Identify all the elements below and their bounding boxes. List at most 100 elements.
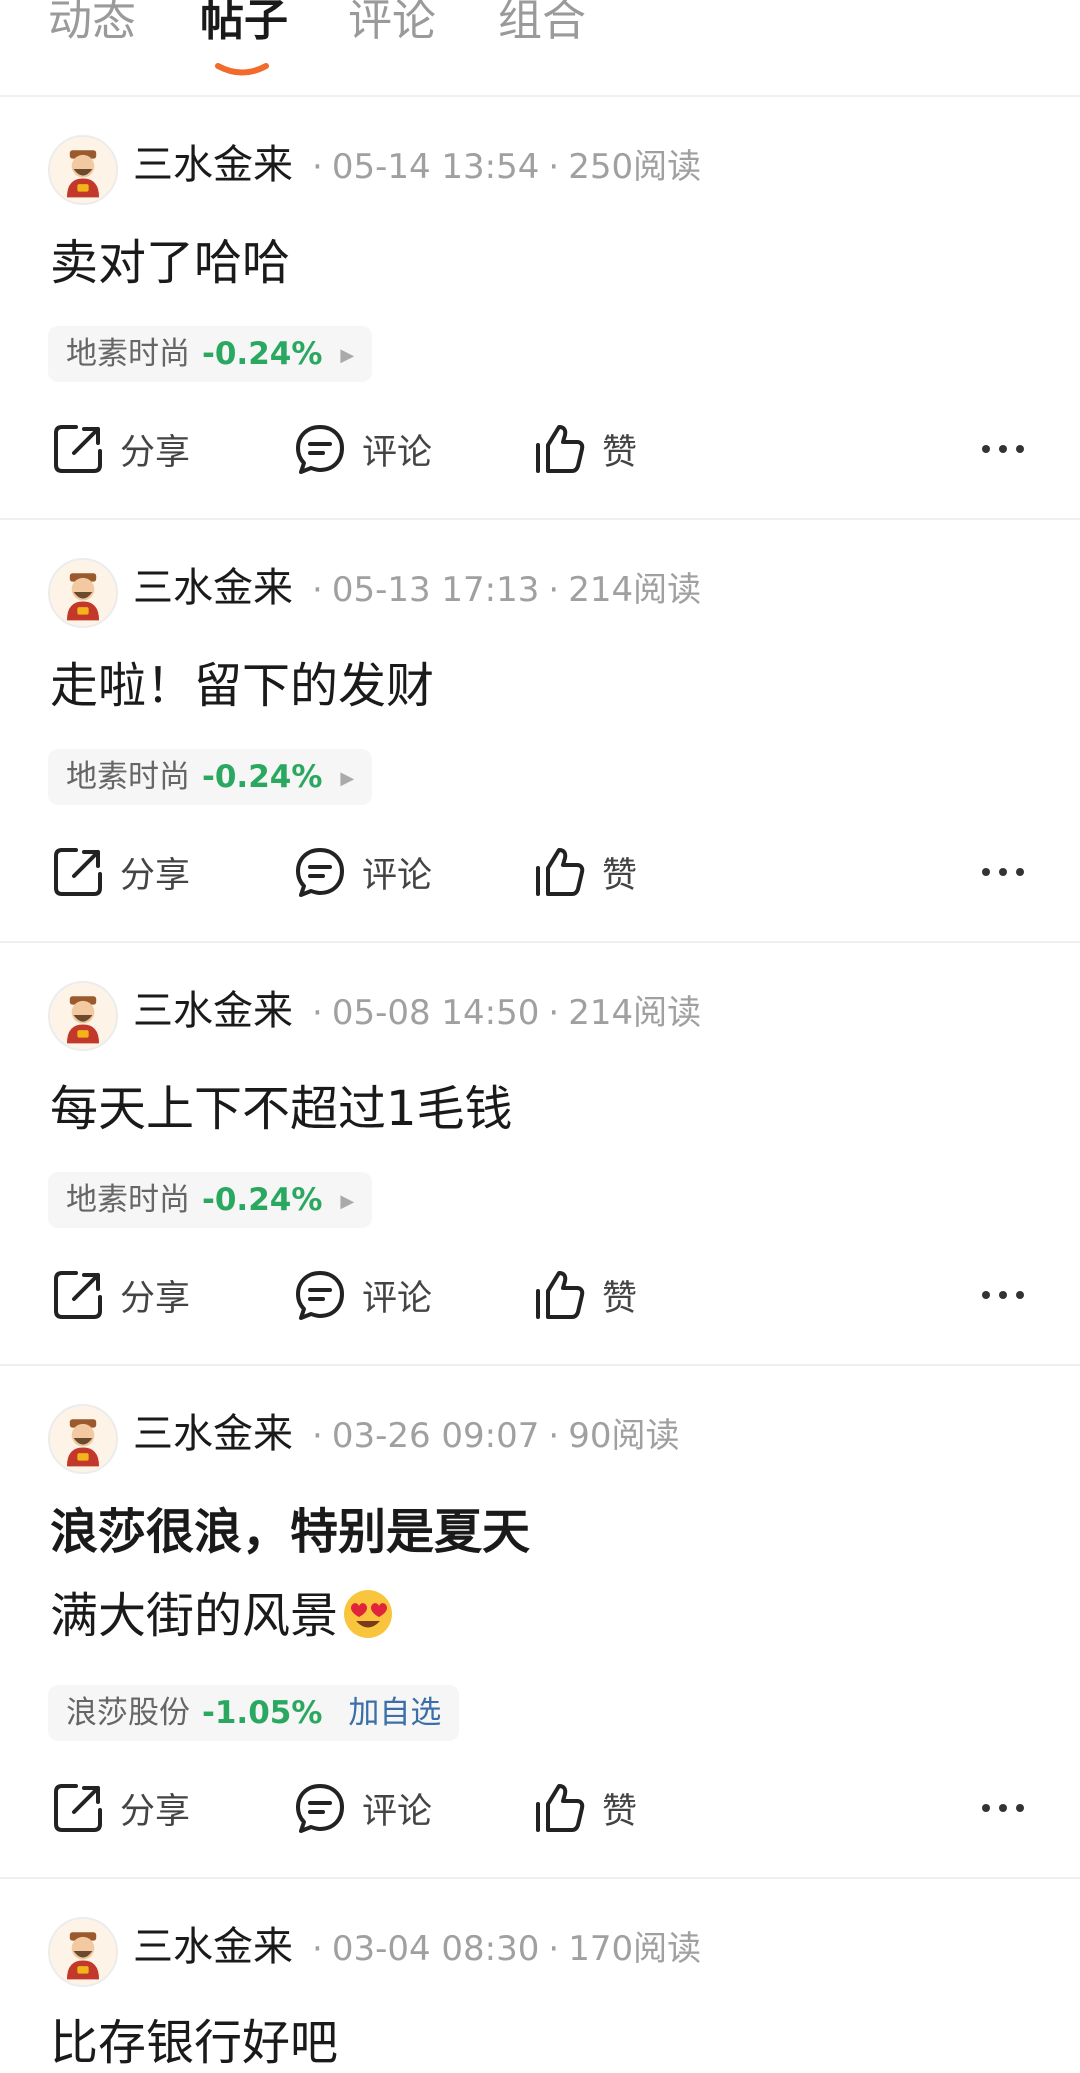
- post-text[interactable]: 比存银行好吧: [50, 2013, 338, 2073]
- comment-button[interactable]: 评论: [292, 1265, 432, 1325]
- stock-change: -0.24%: [202, 1182, 323, 1218]
- avatar[interactable]: [48, 981, 118, 1051]
- read-count: 170阅读: [568, 1929, 702, 1969]
- stock-name: 地素时尚: [66, 759, 190, 795]
- post-time: 05-13 17:13: [331, 570, 540, 610]
- post-time: 03-04 08:30: [331, 1929, 540, 1969]
- post-card[interactable]: 三水金来 · 03-04 08:30 · 170阅读 比存银行好吧: [0, 1879, 1080, 2071]
- like-label: 赞: [602, 432, 638, 473]
- post-text[interactable]: 每天上下不超过1毛钱: [50, 1079, 513, 1139]
- like-button[interactable]: 赞: [532, 842, 637, 902]
- stock-name: 浪莎股份: [66, 1695, 190, 1731]
- share-label: 分享: [120, 432, 191, 473]
- post-text[interactable]: 卖对了哈哈: [50, 233, 290, 293]
- avatar-image: [50, 1919, 116, 1985]
- avatar[interactable]: [48, 1917, 118, 1987]
- share-button[interactable]: 分享: [50, 1265, 190, 1325]
- tab-bar: 动态 帖子 评论 组合: [0, 0, 1080, 97]
- comment-label: 评论: [362, 1791, 433, 1832]
- share-icon: [54, 848, 102, 896]
- action-bar: 分享 评论 赞: [0, 419, 1080, 479]
- share-icon: [54, 1784, 102, 1832]
- avatar[interactable]: [48, 1404, 118, 1474]
- share-icon: [54, 1271, 102, 1319]
- stock-change: -0.24%: [202, 759, 323, 795]
- author-name[interactable]: 三水金来: [133, 1411, 293, 1457]
- post-text-content: 满大街的风景: [50, 1588, 339, 1644]
- thumbs-up-icon: [536, 425, 585, 473]
- comment-icon: [296, 425, 344, 474]
- more-icon[interactable]: [980, 1275, 1026, 1315]
- play-arrow-icon: ▶: [340, 1191, 355, 1212]
- comment-button[interactable]: 评论: [292, 419, 432, 479]
- stock-tag[interactable]: 地素时尚 -0.24% ▶: [48, 326, 373, 382]
- comment-label: 评论: [362, 1278, 433, 1319]
- more-icon[interactable]: [980, 1788, 1026, 1828]
- post-text[interactable]: 走啦！留下的发财: [50, 656, 434, 716]
- tab-comments[interactable]: 评论: [348, 0, 436, 46]
- post-meta: 三水金来 · 05-08 14:50 · 214阅读: [133, 988, 702, 1034]
- comment-icon: [296, 1784, 344, 1833]
- more-icon[interactable]: [980, 429, 1026, 469]
- post-time: 03-26 09:07: [331, 1416, 540, 1456]
- author-name[interactable]: 三水金来: [133, 1924, 293, 1970]
- tab-posts[interactable]: 帖子: [200, 0, 288, 46]
- thumbs-up-icon: [536, 848, 585, 896]
- share-label: 分享: [120, 1278, 191, 1319]
- read-count: 214阅读: [568, 993, 702, 1033]
- post-meta: 三水金来 · 03-04 08:30 · 170阅读: [133, 1924, 702, 1970]
- post-card[interactable]: 三水金来 · 05-14 13:54 · 250阅读 卖对了哈哈 地素时尚 -0.24% ▶…: [0, 97, 1080, 520]
- post-meta: 三水金来 · 03-26 09:07 · 90阅读: [133, 1411, 680, 1457]
- post-time: 05-08 14:50: [331, 993, 540, 1033]
- post-meta: 三水金来 · 05-14 13:54 · 250阅读: [133, 142, 702, 188]
- post-title[interactable]: 浪莎很浪，特别是夏天: [50, 1502, 530, 1562]
- thumbs-up-icon: [536, 1784, 585, 1832]
- stock-name: 地素时尚: [66, 336, 190, 372]
- stock-tag[interactable]: 浪莎股份 -1.05% 加自选: [48, 1685, 460, 1741]
- stock-tag[interactable]: 地素时尚 -0.24% ▶: [48, 1172, 373, 1228]
- stock-name: 地素时尚: [66, 1182, 190, 1218]
- comment-icon: [296, 848, 344, 897]
- read-count: 90阅读: [568, 1416, 680, 1456]
- read-count: 250阅读: [568, 147, 702, 187]
- tab-portfolio[interactable]: 组合: [498, 0, 586, 46]
- comment-button[interactable]: 评论: [292, 842, 432, 902]
- share-button[interactable]: 分享: [50, 1778, 190, 1838]
- play-arrow-icon: ▶: [340, 768, 355, 789]
- avatar-image: [50, 137, 116, 203]
- heart-eyes-emoji-icon: [344, 1590, 393, 1638]
- author-name[interactable]: 三水金来: [133, 565, 293, 611]
- author-name[interactable]: 三水金来: [133, 988, 293, 1034]
- share-button[interactable]: 分享: [50, 419, 190, 479]
- share-button[interactable]: 分享: [50, 842, 190, 902]
- tab-dynamic[interactable]: 动态: [48, 0, 136, 46]
- author-name[interactable]: 三水金来: [133, 142, 293, 188]
- post-meta: 三水金来 · 05-13 17:13 · 214阅读: [133, 565, 702, 611]
- more-icon[interactable]: [980, 852, 1026, 892]
- post-card[interactable]: 三水金来 · 05-13 17:13 · 214阅读 走啦！留下的发财 地素时尚 -0.2…: [0, 520, 1080, 943]
- comment-label: 评论: [362, 432, 433, 473]
- add-to-watchlist-button[interactable]: 加自选: [348, 1695, 441, 1731]
- like-button[interactable]: 赞: [532, 1265, 637, 1325]
- action-bar: 分享 评论 赞: [0, 842, 1080, 902]
- comment-button[interactable]: 评论: [292, 1778, 432, 1838]
- share-label: 分享: [120, 855, 191, 896]
- avatar-image: [50, 1406, 116, 1472]
- thumbs-up-icon: [536, 1271, 585, 1319]
- stock-tag[interactable]: 地素时尚 -0.24% ▶: [48, 749, 373, 805]
- avatar[interactable]: [48, 135, 118, 205]
- like-label: 赞: [602, 1278, 638, 1319]
- like-button[interactable]: 赞: [532, 419, 637, 479]
- post-card[interactable]: 三水金来 · 03-26 09:07 · 90阅读 浪莎很浪，特别是夏天 满大街的风景 …: [0, 1366, 1080, 1879]
- avatar-image: [50, 560, 116, 626]
- like-button[interactable]: 赞: [532, 1778, 637, 1838]
- avatar-image: [50, 983, 116, 1049]
- post-text[interactable]: 满大街的风景: [50, 1586, 394, 1646]
- share-icon: [54, 425, 102, 473]
- post-time: 05-14 13:54: [331, 147, 540, 187]
- avatar[interactable]: [48, 558, 118, 628]
- play-arrow-icon: ▶: [340, 345, 355, 366]
- post-card[interactable]: 三水金来 · 05-08 14:50 · 214阅读 每天上下不超过1毛钱 地素时尚 -0…: [0, 943, 1080, 1366]
- like-label: 赞: [602, 1791, 638, 1832]
- action-bar: 分享 评论 赞: [0, 1265, 1080, 1325]
